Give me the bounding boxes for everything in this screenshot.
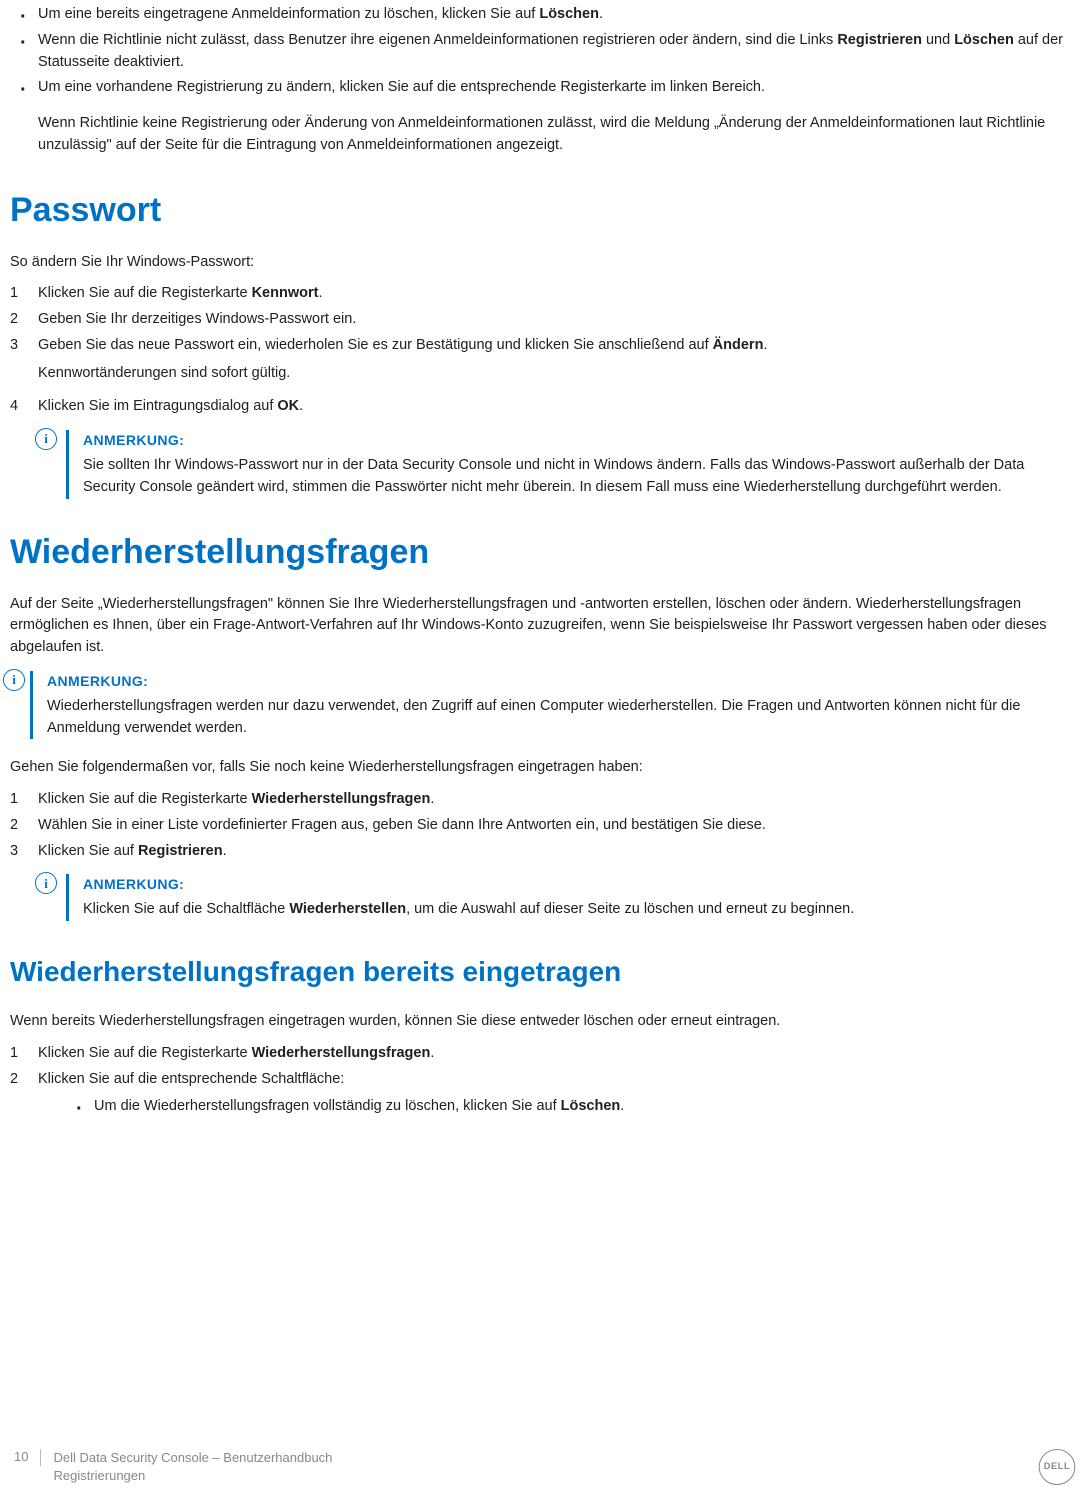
- page: Um eine bereits eingetragene Anmeldeinfo…: [0, 4, 1089, 1499]
- text: .: [599, 6, 603, 22]
- text: Geben Sie Ihr derzeitiges Windows-Passwo…: [38, 311, 356, 327]
- info-icon: [3, 669, 25, 691]
- list-item: 2 Geben Sie Ihr derzeitiges Windows-Pass…: [10, 309, 1071, 331]
- text: .: [430, 791, 434, 807]
- step-number: 1: [10, 283, 28, 305]
- bold-term: Löschen: [539, 6, 599, 22]
- text: und: [922, 32, 954, 48]
- list-item: 3 Geben Sie das neue Passwort ein, wiede…: [10, 335, 1071, 385]
- note-body: Klicken Sie auf die Schaltfläche Wiederh…: [83, 899, 903, 921]
- text: Klicken Sie auf die Registerkarte: [38, 285, 252, 301]
- note-body: Sie sollten Ihr Windows-Passwort nur in …: [83, 455, 1071, 499]
- step-number: 3: [10, 335, 28, 357]
- text: , um die Auswahl auf dieser Seite zu lös…: [406, 901, 854, 917]
- list-item: 2 Klicken Sie auf die entsprechende Scha…: [10, 1069, 1071, 1119]
- text: Klicken Sie im Eintragungsdialog auf: [38, 398, 277, 414]
- text: Kennwortänderungen sind sofort gültig.: [38, 363, 1071, 385]
- intro-bullet-list: Um eine bereits eingetragene Anmeldeinfo…: [10, 4, 1071, 157]
- text: Klicken Sie auf die Registerkarte: [38, 1045, 252, 1061]
- text: .: [299, 398, 303, 414]
- list-item: Um die Wiederherstellungsfragen vollstän…: [38, 1096, 1071, 1118]
- note-box: ANMERKUNG: Wiederherstellungsfragen werd…: [30, 671, 1071, 740]
- paragraph: Wenn bereits Wiederherstellungsfragen ei…: [10, 1011, 1071, 1033]
- step-number: 2: [10, 309, 28, 331]
- bold-term: Registrieren: [138, 843, 223, 859]
- dell-logo-icon: DELL: [1039, 1449, 1076, 1485]
- footer-title: Dell Data Security Console – Benutzerhan…: [53, 1449, 332, 1467]
- bold-term: Wiederherstellungsfragen: [252, 791, 431, 807]
- list-item: 2 Wählen Sie in einer Liste vordefiniert…: [10, 815, 1071, 837]
- text: Um die Wiederherstellungsfragen vollstän…: [94, 1098, 561, 1114]
- text: Geben Sie das neue Passwort ein, wiederh…: [38, 337, 713, 353]
- heading-recovery: Wiederherstellungsfragen: [10, 527, 1071, 578]
- passwort-steps: 1 Klicken Sie auf die Registerkarte Kenn…: [10, 283, 1071, 418]
- text: .: [223, 843, 227, 859]
- paragraph: Gehen Sie folgendermaßen vor, falls Sie …: [10, 757, 1071, 779]
- paragraph: So ändern Sie Ihr Windows-Passwort:: [10, 252, 1071, 274]
- text: Klicken Sie auf: [38, 843, 138, 859]
- list-item: Um eine vorhandene Registrierung zu ände…: [10, 77, 1071, 156]
- paragraph: Auf der Seite „Wiederherstellungsfragen"…: [10, 594, 1071, 659]
- bold-term: Wiederherstellungsfragen: [252, 1045, 431, 1061]
- list-item: 1 Klicken Sie auf die Registerkarte Wied…: [10, 789, 1071, 811]
- text: Um eine vorhandene Registrierung zu ände…: [38, 79, 765, 95]
- bold-term: OK: [277, 398, 299, 414]
- step-number: 3: [10, 841, 28, 863]
- step-number: 2: [10, 1069, 28, 1091]
- note-box: ANMERKUNG: Klicken Sie auf die Schaltflä…: [66, 874, 903, 921]
- recovery2-steps: 1 Klicken Sie auf die Registerkarte Wied…: [10, 1043, 1071, 1118]
- bold-term: Kennwort: [252, 285, 319, 301]
- page-number: 10: [14, 1449, 41, 1466]
- bold-term: Wiederherstellen: [289, 901, 406, 917]
- step-number: 4: [10, 396, 28, 418]
- list-item: Um eine bereits eingetragene Anmeldeinfo…: [10, 4, 1071, 26]
- heading-recovery-already: Wiederherstellungsfragen bereits eingetr…: [10, 951, 1071, 993]
- text: .: [763, 337, 767, 353]
- step-number: 2: [10, 815, 28, 837]
- footer-section: Registrierungen: [53, 1467, 332, 1485]
- list-item: 1 Klicken Sie auf die Registerkarte Wied…: [10, 1043, 1071, 1065]
- heading-passwort: Passwort: [10, 185, 1071, 236]
- text: Um eine bereits eingetragene Anmeldeinfo…: [38, 6, 539, 22]
- info-icon: [35, 872, 57, 894]
- bold-term: Ändern: [713, 337, 764, 353]
- note-heading: ANMERKUNG:: [83, 430, 1071, 451]
- text: Wenn die Richtlinie nicht zulässt, dass …: [38, 32, 837, 48]
- step-number: 1: [10, 789, 28, 811]
- text: .: [430, 1045, 434, 1061]
- text: Klicken Sie auf die entsprechende Schalt…: [38, 1071, 344, 1087]
- text: Wählen Sie in einer Liste vordefinierter…: [38, 817, 766, 833]
- list-item: Wenn die Richtlinie nicht zulässt, dass …: [10, 30, 1071, 74]
- text: Klicken Sie auf die Registerkarte: [38, 791, 252, 807]
- text: Klicken Sie auf die Schaltfläche: [83, 901, 289, 917]
- footer-left: 10 Dell Data Security Console – Benutzer…: [14, 1449, 332, 1485]
- step-number: 1: [10, 1043, 28, 1065]
- sub-bullet-list: Um die Wiederherstellungsfragen vollstän…: [38, 1096, 1071, 1118]
- text: .: [318, 285, 322, 301]
- note-heading: ANMERKUNG:: [47, 671, 1071, 692]
- list-item: 4 Klicken Sie im Eintragungsdialog auf O…: [10, 396, 1071, 418]
- page-footer: 10 Dell Data Security Console – Benutzer…: [14, 1449, 1075, 1485]
- note-heading: ANMERKUNG:: [83, 874, 903, 895]
- paragraph: Wenn Richtlinie keine Registrierung oder…: [38, 113, 1071, 157]
- note-box: ANMERKUNG: Sie sollten Ihr Windows-Passw…: [66, 430, 1071, 499]
- list-item: 1 Klicken Sie auf die Registerkarte Kenn…: [10, 283, 1071, 305]
- note-body: Wiederherstellungsfragen werden nur dazu…: [47, 696, 1071, 740]
- bold-term: Löschen: [954, 32, 1014, 48]
- bold-term: Löschen: [561, 1098, 621, 1114]
- bold-term: Registrieren: [837, 32, 922, 48]
- text: .: [620, 1098, 624, 1114]
- info-icon: [35, 428, 57, 450]
- footer-titles: Dell Data Security Console – Benutzerhan…: [53, 1449, 332, 1485]
- list-item: 3 Klicken Sie auf Registrieren.: [10, 841, 1071, 863]
- recovery-steps: 1 Klicken Sie auf die Registerkarte Wied…: [10, 789, 1071, 862]
